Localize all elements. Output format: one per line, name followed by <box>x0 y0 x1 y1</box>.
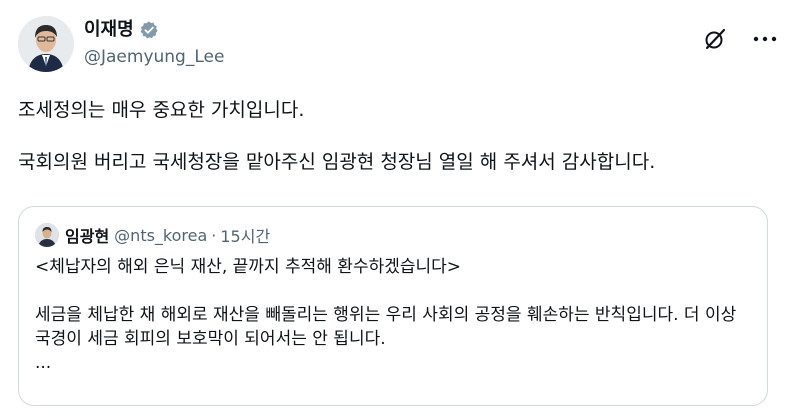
tweet-text: 조세정의는 매우 중요한 가치입니다. 국회의원 버리고 국세청장을 맡아주신 … <box>18 97 778 175</box>
quoted-author-avatar <box>35 223 59 247</box>
quoted-headline: <체납자의 해외 은닉 재산, 끝까지 추적해 환수하겠습니다> <box>35 257 462 277</box>
quoted-ellipsis: ... <box>35 353 52 373</box>
verified-badge-icon <box>139 20 159 40</box>
quoted-tweet[interactable]: 임광현 @nts_korea · 15시간 <체납자의 해외 은닉 재산, 끝까… <box>18 206 768 406</box>
quoted-author-handle: @nts_korea <box>114 225 208 245</box>
tweet-header: 이재명 @Jaemyung_Lee <box>18 14 780 80</box>
grok-icon[interactable] <box>702 26 728 52</box>
author-name[interactable]: 이재명 <box>84 18 134 42</box>
quoted-tweet-text: <체납자의 해외 은닉 재산, 끝까지 추적해 환수하겠습니다> 세금을 체납한… <box>35 255 757 375</box>
author-avatar[interactable] <box>18 16 74 72</box>
quoted-tweet-header: 임광현 @nts_korea · 15시간 <box>35 223 270 247</box>
tweet-paragraph: 국회의원 버리고 국세청장을 맡아주신 임광현 청장님 열일 해 주셔서 감사합… <box>18 151 656 173</box>
quoted-timestamp[interactable]: 15시간 <box>220 223 270 247</box>
author-info: 이재명 @Jaemyung_Lee <box>84 18 224 69</box>
author-handle[interactable]: @Jaemyung_Lee <box>84 45 224 69</box>
quoted-author-name: 임광현 <box>65 227 110 246</box>
tweet-paragraph: 조세정의는 매우 중요한 가치입니다. <box>18 99 305 121</box>
separator-dot: · <box>211 225 217 245</box>
quoted-paragraph: 세금을 체납한 채 해외로 재산을 빼돌리는 행위는 우리 사회의 공정을 훼손… <box>35 305 737 349</box>
more-icon[interactable] <box>750 24 780 54</box>
